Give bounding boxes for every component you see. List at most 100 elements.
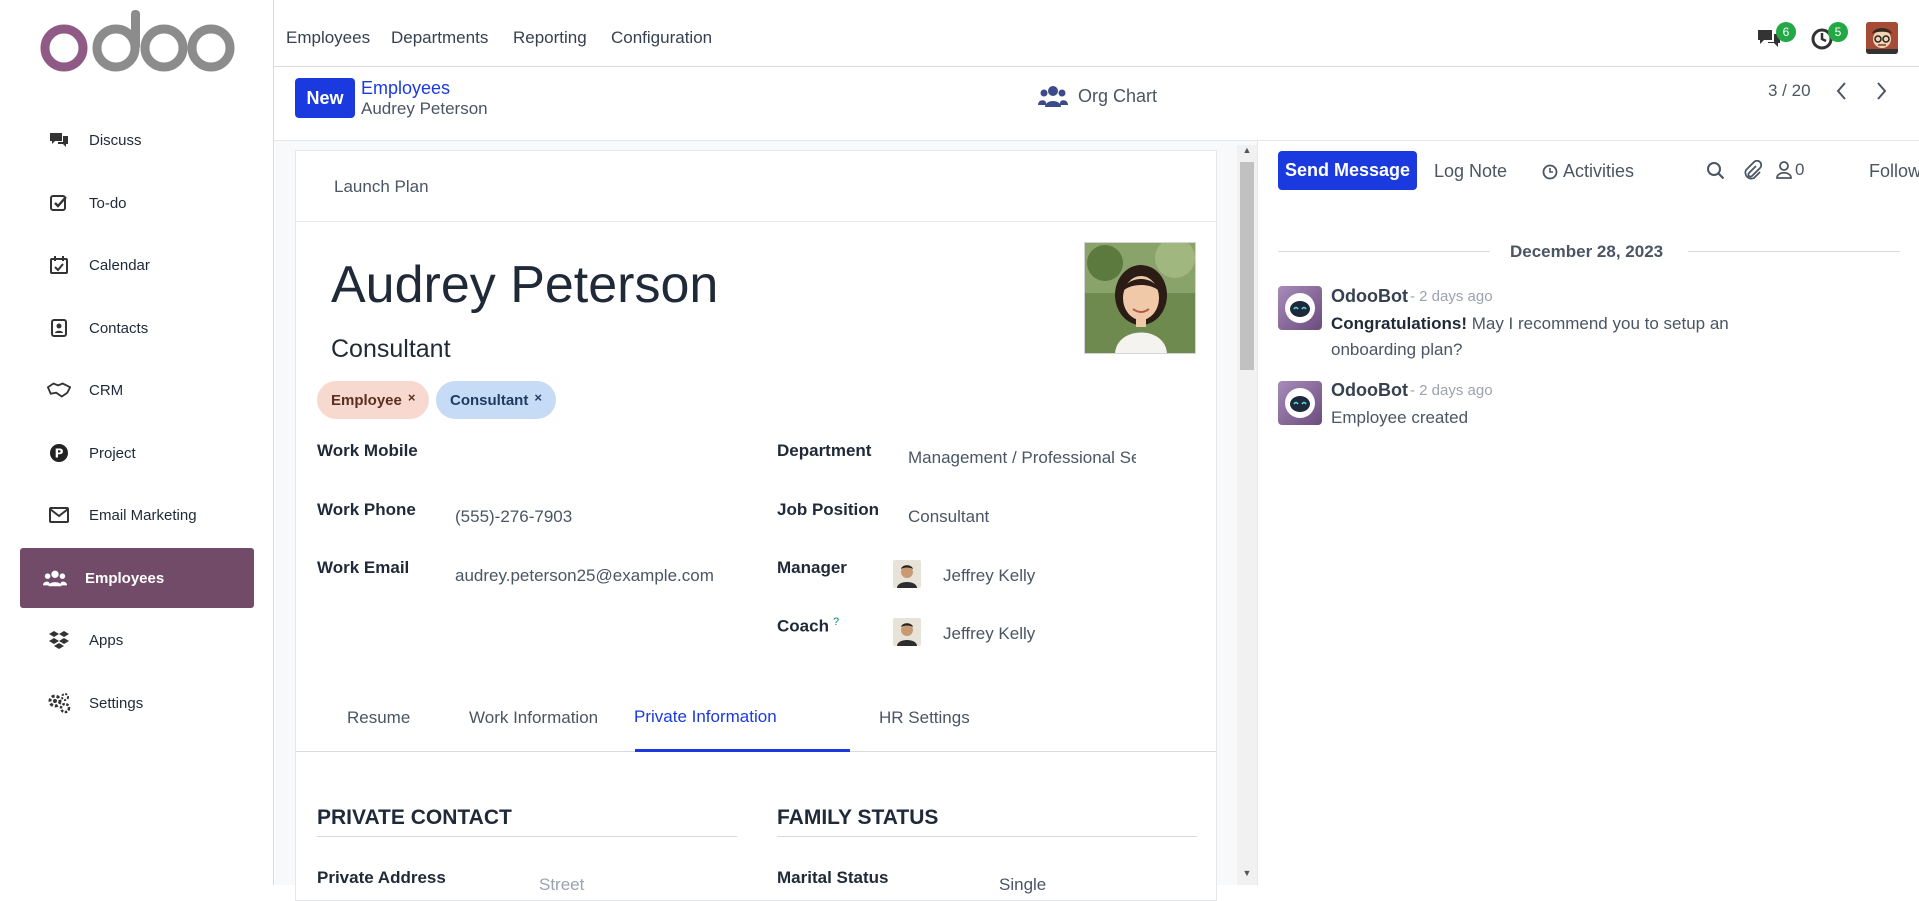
scroll-up-icon[interactable]: ▲ (1239, 145, 1255, 157)
sidebar-item-label: Settings (89, 694, 144, 712)
gears-icon (47, 691, 71, 715)
private-contact-heading: PRIVATE CONTACT (317, 806, 512, 829)
tag-remove-icon[interactable]: × (408, 390, 416, 405)
menu-configuration[interactable]: Configuration (611, 28, 712, 48)
handshake-icon (47, 378, 71, 402)
tab-hr-settings[interactable]: HR Settings (879, 708, 970, 728)
sidebar-item-label: Apps (89, 631, 124, 649)
users-icon (43, 566, 67, 590)
tag-consultant[interactable]: Consultant × (436, 381, 556, 419)
sidebar-item-contacts[interactable]: Contacts (20, 298, 254, 358)
follow-button[interactable]: Follow (1869, 161, 1919, 182)
tag-label: Consultant (450, 391, 529, 409)
activities-button[interactable]: 5 (1810, 22, 1848, 50)
odoobot-avatar (1278, 381, 1322, 425)
activities-label: Activities (1563, 161, 1635, 181)
org-chart-button[interactable]: Org Chart (1038, 82, 1157, 110)
chevron-right-icon (1877, 82, 1887, 100)
active-tab-indicator (635, 749, 850, 752)
marital-status-field[interactable]: Single (999, 875, 1046, 895)
chevron-left-icon (1836, 82, 1846, 100)
message-author[interactable]: OdooBot (1331, 286, 1408, 307)
tab-private-information[interactable]: Private Information (634, 707, 777, 727)
coach-help-icon[interactable]: ? (833, 616, 839, 628)
pager-value[interactable]: 3 / 20 (1768, 81, 1811, 101)
marital-status-label: Marital Status (777, 868, 889, 887)
family-status-heading: FAMILY STATUS (777, 806, 939, 829)
sidebar-item-project[interactable]: P Project (20, 423, 254, 483)
search-icon (1707, 162, 1725, 180)
control-divider (274, 140, 1919, 141)
users-icon (1038, 86, 1068, 107)
work-phone-field[interactable]: (555)-276-7903 (455, 507, 572, 527)
coach-field[interactable]: Jeffrey Kelly (943, 624, 1035, 644)
job-title[interactable]: Consultant (331, 335, 451, 364)
menu-employees[interactable]: Employees (286, 28, 370, 48)
sidebar-item-label: Contacts (89, 319, 149, 337)
department-field[interactable]: Management / Professional Se (908, 448, 1136, 468)
sidebar-item-settings[interactable]: Settings (20, 673, 254, 733)
section-divider (317, 836, 737, 837)
message-author[interactable]: OdooBot (1331, 380, 1408, 401)
contact-card-icon (47, 316, 71, 340)
tag-employee[interactable]: Employee × (317, 381, 430, 419)
odoo-logo[interactable] (40, 6, 235, 76)
sidebar-item-employees[interactable]: Employees (20, 548, 254, 608)
message-body: Employee created (1331, 408, 1469, 427)
app-sidebar: Discuss To-do Calendar Contacts CRM P Pr… (0, 0, 274, 885)
section-divider (777, 836, 1197, 837)
message-time: - 2 days ago (1410, 288, 1493, 305)
message-body: Congratulations! May I recommend you to … (1331, 314, 1729, 359)
scroll-down-icon[interactable]: ▼ (1239, 868, 1255, 880)
manager-field[interactable]: Jeffrey Kelly (943, 566, 1035, 586)
breadcrumb-parent[interactable]: Employees (361, 78, 450, 99)
pager-previous-button[interactable] (1834, 80, 1850, 107)
clock-icon (1542, 164, 1558, 179)
message-time: - 2 days ago (1410, 382, 1493, 399)
chat-bubbles-icon (47, 128, 71, 152)
new-button[interactable]: New (295, 78, 355, 118)
sidebar-item-todo[interactable]: To-do (20, 173, 254, 233)
log-note-button[interactable]: Log Note (1434, 161, 1507, 182)
scroll-thumb[interactable] (1240, 162, 1254, 370)
manager-avatar (893, 560, 921, 588)
sidebar-item-crm[interactable]: CRM (20, 360, 254, 420)
sidebar-item-email-marketing[interactable]: Email Marketing (20, 485, 254, 545)
chatter-divider (1257, 140, 1258, 885)
sidebar-item-label: Project (89, 444, 136, 462)
form-sheet: Audrey Peterson Consultant Employee × Co… (295, 221, 1217, 901)
employee-photo[interactable] (1084, 242, 1196, 354)
messages-badge: 6 (1776, 22, 1796, 42)
menu-departments[interactable]: Departments (391, 28, 488, 48)
tag-remove-icon[interactable]: × (534, 390, 542, 405)
messages-button[interactable]: 6 (1756, 22, 1796, 50)
tab-work-information[interactable]: Work Information (469, 708, 598, 728)
search-messages-button[interactable] (1706, 161, 1726, 186)
sidebar-item-apps[interactable]: Apps (20, 610, 254, 670)
work-mobile-field[interactable] (455, 448, 735, 472)
form-scrollbar[interactable]: ▲ ▼ (1237, 145, 1257, 885)
user-icon (1776, 161, 1792, 179)
topbar-divider (274, 66, 1919, 67)
date-separator: December 28, 2023 (1510, 242, 1664, 261)
date-divider-left (1278, 251, 1490, 252)
envelope-icon (47, 503, 71, 527)
tab-resume[interactable]: Resume (347, 708, 410, 728)
job-position-field[interactable]: Consultant (908, 507, 989, 527)
street-input[interactable]: Street (539, 875, 584, 895)
launch-plan-button[interactable]: Launch Plan (334, 177, 429, 197)
org-chart-label: Org Chart (1078, 85, 1158, 106)
sidebar-item-discuss[interactable]: Discuss (20, 110, 254, 170)
sidebar-item-calendar[interactable]: Calendar (20, 235, 254, 295)
followers-button[interactable]: 0 (1776, 160, 1804, 180)
work-email-field[interactable]: audrey.peterson25@example.com (455, 566, 714, 586)
activities-tab-button[interactable]: Activities (1542, 161, 1634, 182)
employee-name[interactable]: Audrey Peterson (331, 255, 718, 315)
sidebar-item-label: Email Marketing (89, 506, 197, 524)
attachments-button[interactable] (1742, 159, 1763, 187)
sidebar-item-label: CRM (89, 381, 124, 399)
pager-next-button[interactable] (1873, 80, 1889, 107)
menu-reporting[interactable]: Reporting (513, 28, 587, 48)
user-avatar[interactable] (1866, 22, 1898, 54)
send-message-button[interactable]: Send Message (1278, 151, 1417, 190)
